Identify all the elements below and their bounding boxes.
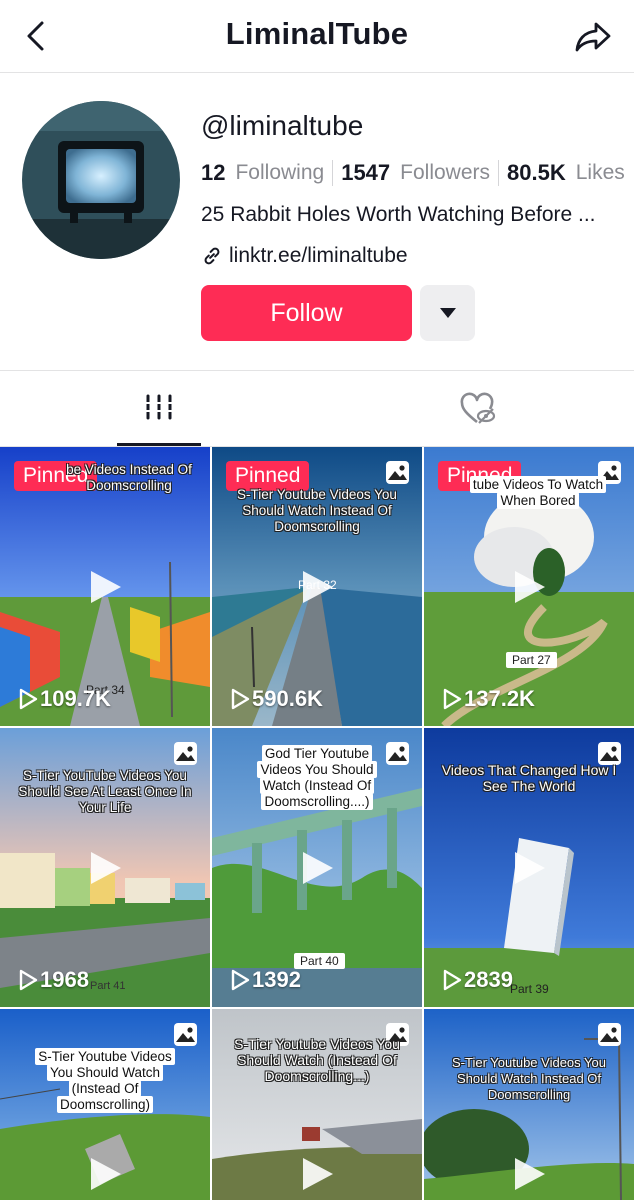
video-caption: S-Tier Youtube Videos You Should Watch (…	[234, 1036, 400, 1084]
play-icon	[515, 1158, 545, 1190]
play-outline-icon	[19, 969, 38, 991]
video-tile[interactable]: S-Tier Youtube Videos You Should Watch (…	[212, 1009, 422, 1200]
part-label: Part 32	[298, 578, 337, 592]
video-caption: God Tier Youtube Videos You Should Watch…	[242, 745, 392, 810]
profile-bio[interactable]: 25 Rabbit Holes Worth Watching Before ..…	[201, 203, 616, 227]
play-outline-icon	[443, 688, 462, 710]
view-count: 137.2K	[442, 686, 535, 712]
part-label: Part 41	[90, 980, 126, 992]
tab-liked[interactable]	[436, 371, 520, 446]
video-caption: tube Videos To Watch When Bored	[454, 476, 622, 509]
play-outline-icon	[19, 688, 38, 710]
view-count: 2839	[442, 967, 513, 993]
view-count: 1392	[230, 967, 301, 993]
video-caption: S-Tier YouTube Videos You Should See At …	[18, 768, 192, 815]
more-options-button[interactable]	[420, 285, 475, 341]
play-icon	[515, 851, 545, 884]
video-tile[interactable]: S-Tier Youtube Videos You Should Watch (…	[0, 1009, 210, 1200]
likes-count: 80.5K	[507, 160, 566, 185]
top-nav-bar: LiminalTube	[0, 0, 634, 73]
profile-tabs	[0, 371, 634, 447]
profile-link[interactable]: linktr.ee/liminaltube	[201, 244, 408, 268]
profile-stats: 12 Following 1547 Followers 80.5K Likes	[201, 160, 625, 186]
tab-videos[interactable]	[117, 371, 201, 446]
profile-handle: @liminaltube	[201, 110, 364, 141]
profile-title: LiminalTube	[225, 16, 409, 51]
liked-hidden-icon	[460, 392, 496, 424]
avatar[interactable]	[22, 101, 180, 259]
play-outline-icon	[231, 969, 250, 991]
following-count[interactable]: 12	[201, 160, 225, 186]
followers-label[interactable]: Followers	[400, 161, 490, 185]
share-arrow-icon[interactable]	[574, 18, 612, 54]
part-label: Part 40	[294, 953, 345, 969]
video-caption: S-Tier Youtube Videos You Should Watch I…	[452, 1055, 606, 1102]
stat-divider	[498, 160, 500, 186]
video-caption: Videos That Changed How I See The World	[441, 762, 617, 794]
photo-icon	[174, 742, 197, 765]
photo-icon	[174, 1023, 197, 1046]
likes-label: Likes	[575, 161, 625, 184]
followers-count[interactable]: 1547	[341, 160, 390, 186]
video-tile[interactable]: Pinned S-Tier Youtube Videos You Should …	[212, 447, 422, 726]
videos-grid-icon	[144, 394, 174, 420]
play-icon	[91, 851, 121, 884]
video-caption: be Videos Instead Of Doomscrolling	[66, 462, 192, 493]
caret-down-icon	[439, 308, 456, 318]
play-icon	[303, 1158, 333, 1190]
photo-icon	[598, 1023, 621, 1046]
follow-button[interactable]: Follow	[201, 285, 412, 341]
video-tile[interactable]: S-Tier YouTube Videos You Should See At …	[0, 728, 210, 1007]
following-label[interactable]: Following	[235, 161, 324, 185]
view-count: 1968	[18, 967, 89, 993]
part-label: Part 27	[506, 652, 557, 668]
play-icon	[91, 1158, 121, 1190]
view-count: 590.6K	[230, 686, 323, 712]
play-icon	[303, 851, 333, 884]
profile-link-text[interactable]: linktr.ee/liminaltube	[229, 244, 408, 268]
play-outline-icon	[231, 688, 250, 710]
photo-icon	[386, 461, 409, 484]
video-caption: S-Tier Youtube Videos You Should Watch I…	[237, 487, 397, 534]
link-icon	[204, 247, 220, 265]
video-tile[interactable]: S-Tier Youtube Videos You Should Watch I…	[424, 1009, 634, 1200]
stat-divider	[332, 160, 334, 186]
video-tile[interactable]: Videos That Changed How I See The World …	[424, 728, 634, 1007]
video-caption: S-Tier Youtube Videos You Should Watch (…	[30, 1048, 180, 1113]
play-outline-icon	[443, 969, 462, 991]
play-icon	[91, 570, 121, 603]
video-tile[interactable]: God Tier Youtube Videos You Should Watch…	[212, 728, 422, 1007]
video-tile[interactable]: Pinned be Videos Instead Of Doomscrollin…	[0, 447, 210, 726]
play-icon	[515, 570, 545, 603]
view-count: 109.7K	[18, 686, 111, 712]
video-tile[interactable]: Pinned tube Videos To Watch When Bored P…	[424, 447, 634, 726]
